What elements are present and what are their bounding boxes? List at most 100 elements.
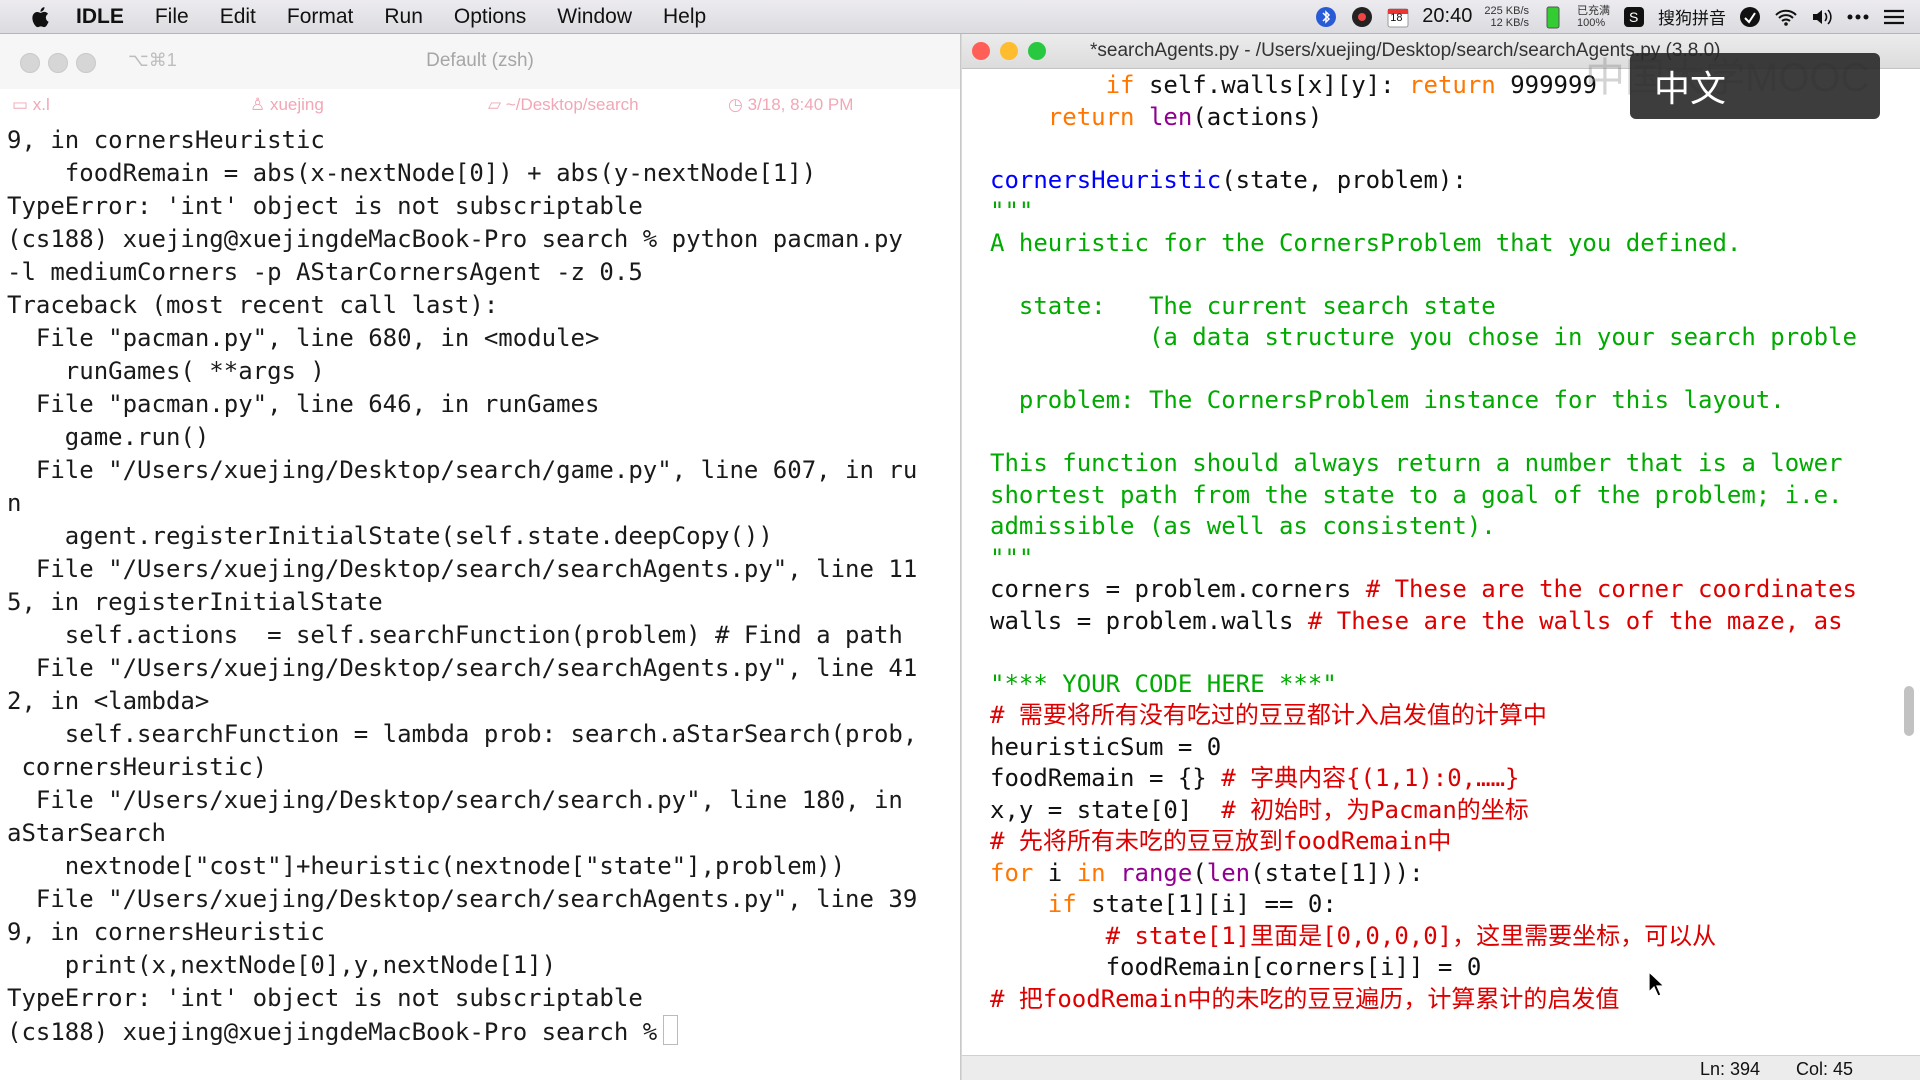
- terminal-line: Traceback (most recent call last):: [7, 291, 499, 319]
- battery-status: 已充满 100%: [1577, 5, 1610, 29]
- terminal-cursor: [663, 1015, 679, 1045]
- idle-editor-window: *searchAgents.py - /Users/xuejing/Deskto…: [962, 34, 1920, 1080]
- menu-window[interactable]: Window: [557, 5, 632, 29]
- menu-app-name[interactable]: IDLE: [76, 5, 124, 29]
- net-up: 225 KB/s: [1484, 4, 1529, 17]
- code-token: for: [990, 858, 1034, 887]
- code-token: self.walls[x][y]:: [1134, 71, 1410, 99]
- code-token: problem: The CornersProblem instance for…: [990, 386, 1785, 414]
- terminal-line: TypeError: 'int' object is not subscript…: [7, 984, 643, 1012]
- bluetooth-icon[interactable]: [1314, 5, 1338, 29]
- code-token: # 先将所有未吃的豆豆放到foodRemain中: [990, 827, 1452, 855]
- menu-file[interactable]: File: [155, 5, 189, 29]
- zoom-window-button[interactable]: [1028, 42, 1046, 60]
- terminal-line: game.run(): [7, 423, 210, 451]
- terminal-titlebar[interactable]: ⌥⌘1 Default (zsh): [0, 34, 960, 89]
- terminal-line: TypeError: 'int' object is not subscript…: [7, 192, 643, 220]
- code-line: foodRemain = {} # 字典内容{(1,1):0,……}: [990, 763, 1920, 795]
- terminal-line: 5, in registerInitialState: [7, 588, 383, 616]
- terminal-prompt-line[interactable]: (cs188) xuejing@xuejingdeMacBook-Pro sea…: [7, 1015, 960, 1049]
- code-token: x,y = state[0]: [990, 795, 1222, 824]
- sogou-ime-icon[interactable]: S: [1622, 5, 1646, 29]
- app-tray-icon[interactable]: [1350, 5, 1374, 29]
- calendar-day: 18: [1390, 11, 1403, 24]
- terminal-line: agent.registerInitialState(self.state.de…: [7, 522, 773, 550]
- terminal-line: (cs188) xuejing@xuejingdeMacBook-Pro sea…: [7, 225, 903, 253]
- code-token: corners = problem.corners: [990, 575, 1366, 603]
- code-line: foodRemain[corners[i]] = 0: [990, 952, 1920, 984]
- code-line: """: [990, 196, 1920, 228]
- menu-run[interactable]: Run: [384, 5, 423, 29]
- code-line: # 先将所有未吃的豆豆放到foodRemain中: [990, 826, 1920, 858]
- minimize-window-button[interactable]: [1000, 42, 1018, 60]
- ime-label[interactable]: 搜狗拼音: [1658, 4, 1726, 29]
- svg-text:S: S: [1629, 9, 1638, 25]
- code-token: This function should always return a num…: [990, 449, 1843, 477]
- terminal-output[interactable]: 9, in cornersHeuristic foodRemain = abs(…: [7, 124, 960, 1049]
- terminal-line: foodRemain = abs(x-nextNode[0]) + abs(y-…: [7, 159, 817, 187]
- volume-icon[interactable]: [1810, 5, 1834, 29]
- code-token: if: [1047, 890, 1077, 918]
- code-token: # 把foodRemain中的未吃的豆豆遍历，计算累计的启发值: [990, 984, 1620, 1013]
- terminal-line: n: [7, 489, 22, 517]
- code-line: # 把foodRemain中的未吃的豆豆遍历，计算累计的启发值: [990, 984, 1920, 1016]
- code-editor[interactable]: if self.walls[x][y]: return 999999 retur…: [990, 70, 1920, 1015]
- terminal-line: File "pacman.py", line 680, in <module>: [7, 324, 600, 352]
- terminal-line: -l mediumCorners -p AStarCornersAgent -z…: [7, 258, 643, 286]
- code-token: admissible (as well as consistent).: [990, 512, 1496, 540]
- code-token: heuristicSum = 0: [990, 732, 1222, 761]
- terminal-prompt: (cs188) xuejing@xuejingdeMacBook-Pro sea…: [7, 1018, 658, 1046]
- terminal-line: File "/Users/xuejing/Desktop/search/sear…: [7, 885, 918, 913]
- code-token: # 字典内容{(1,1):0,……}: [1221, 764, 1520, 792]
- monitor-icon: ▭: [12, 95, 33, 114]
- terminal-host: ▭ x.l: [12, 95, 50, 115]
- code-token: """: [990, 197, 1034, 225]
- code-line: "*** YOUR CODE HERE ***": [990, 669, 1920, 701]
- battery-icon[interactable]: [1541, 5, 1565, 29]
- editor-scrollbar[interactable]: [1904, 686, 1914, 736]
- code-token: # 初始时，为Pacman的坐标: [1221, 795, 1529, 824]
- code-token: (: [1192, 858, 1207, 887]
- code-line: heuristicSum = 0: [990, 732, 1920, 764]
- code-token: state: The current search state: [990, 291, 1496, 320]
- vpn-icon[interactable]: [1738, 5, 1762, 29]
- code-line: problem: The CornersProblem instance for…: [990, 385, 1920, 417]
- more-icon[interactable]: [1846, 5, 1870, 29]
- network-speed: 225 KB/s 12 KB/s: [1484, 5, 1529, 29]
- clock[interactable]: 20:40: [1422, 5, 1472, 28]
- menu-options[interactable]: Options: [454, 5, 526, 29]
- menu-format[interactable]: Format: [287, 5, 354, 29]
- terminal-line: self.actions = self.searchFunction(probl…: [7, 621, 903, 649]
- terminal-line: File "pacman.py", line 646, in runGames: [7, 390, 600, 418]
- code-token: in: [1076, 858, 1106, 887]
- code-token: state[1][i] == 0:: [1076, 890, 1337, 918]
- code-token: (state[1])):: [1250, 858, 1424, 887]
- calendar-icon[interactable]: 18: [1386, 5, 1410, 29]
- menu-edit[interactable]: Edit: [220, 5, 256, 29]
- terminal-line: cornersHeuristic): [7, 753, 268, 781]
- menu-help[interactable]: Help: [663, 5, 706, 29]
- folder-icon: ▱: [488, 95, 506, 114]
- code-token: foodRemain[corners[i]] = 0: [1105, 953, 1482, 981]
- terminal-line: runGames( **args ): [7, 357, 325, 385]
- terminal-line: nextnode["cost"]+heuristic(nextnode["sta…: [7, 852, 846, 880]
- battery-label: 已充满: [1577, 4, 1610, 17]
- control-center-icon[interactable]: [1882, 5, 1906, 29]
- code-token: foodRemain = {}: [990, 764, 1222, 792]
- apple-icon[interactable]: [28, 4, 54, 30]
- code-line: admissible (as well as consistent).: [990, 511, 1920, 543]
- wifi-icon[interactable]: [1774, 5, 1798, 29]
- code-token: (a data structure you chose in your sear…: [990, 323, 1857, 351]
- close-window-button[interactable]: [972, 42, 990, 60]
- terminal-line: 9, in cornersHeuristic: [7, 126, 325, 154]
- code-token: walls = problem.walls: [990, 606, 1308, 635]
- code-token: len: [1148, 102, 1193, 131]
- code-line: # state[1]里面是[0,0,0,0]，这里需要坐标，可以从: [990, 921, 1920, 953]
- code-line: A heuristic for the CornersProblem that …: [990, 228, 1920, 260]
- terminal-user: ♙ xuejing: [250, 95, 324, 115]
- terminal-host-label: x.l: [32, 95, 50, 114]
- subtitle-language-badge[interactable]: 中文: [1630, 53, 1880, 119]
- user-icon: ♙: [250, 95, 270, 114]
- code-token: cornersHeuristic: [990, 165, 1222, 194]
